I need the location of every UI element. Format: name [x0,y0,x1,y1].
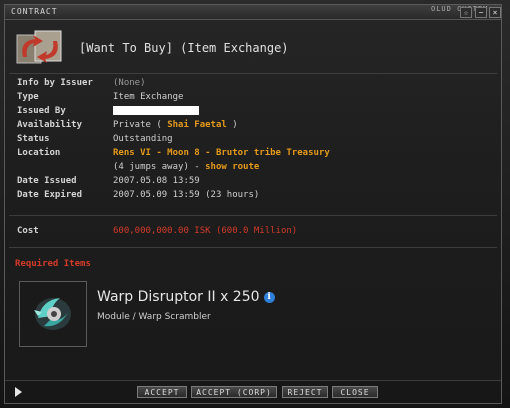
date-issued-value: 2007.05.08 13:59 [113,176,200,186]
field-label: Status [17,134,50,144]
contract-header: [Want To Buy] (Item Exchange) [9,21,497,74]
accept-corp-button[interactable]: ACCEPT (CORP) [191,386,277,398]
field-label: Location [17,148,61,158]
availability-character-link[interactable]: Shai Faetal [167,120,227,130]
accept-button[interactable]: ACCEPT [137,386,187,398]
footer-bar: ACCEPT ACCEPT (CORP) REJECT CLOSE [5,380,501,403]
close-window-button[interactable]: × [489,7,501,18]
contract-exchange-icon [16,30,62,64]
availability-value: Private ( Shai Faetal ) [113,120,238,130]
item-name-text: Warp Disruptor II x 250 [97,289,260,305]
divider [9,247,497,248]
location-link[interactable]: Rens VI - Moon 8 - Brutor tribe Treasury [113,148,330,158]
close-button[interactable]: CLOSE [332,386,378,398]
field-label: Info by Issuer [17,78,93,88]
expand-arrow-icon[interactable] [15,387,22,397]
issuer-name-redacted[interactable] [113,106,199,116]
type-value: Item Exchange [113,92,184,102]
show-route-link[interactable]: show route [205,162,259,172]
cost-value: 600,000,000.00 ISK (600.0 Million) [113,226,298,236]
warp-disruptor-icon [20,282,86,346]
info-by-issuer-value: (None) [113,78,146,88]
pin-button[interactable]: ☆ [460,7,472,18]
minimize-button[interactable]: − [475,7,487,18]
divider [9,215,497,216]
field-label: Issued By [17,106,66,116]
info-icon[interactable]: i [263,291,275,303]
status-value: Outstanding [113,134,173,144]
contract-window: CONTRACT OLUD CYSTEM ☆ − × [Want To Buy]… [4,4,502,404]
field-label: Date Issued [17,176,77,186]
reject-button[interactable]: REJECT [282,386,328,398]
cost-row: Cost 600,000,000.00 ISK (600.0 Million) [17,226,487,238]
required-items-heading: Required Items [15,259,91,269]
date-expired-value: 2007.05.09 13:59 (23 hours) [113,190,260,200]
item-icon-slot[interactable] [19,281,87,347]
window-title: CONTRACT [11,7,58,16]
availability-suffix: ) [232,120,238,130]
item-name[interactable]: Warp Disruptor II x 250 i [97,289,275,305]
location-jumps: (4 jumps away) - show route [113,162,259,172]
field-label: Type [17,92,39,102]
title-bar[interactable]: CONTRACT OLUD CYSTEM ☆ − × [5,5,501,20]
field-label: Cost [17,226,39,236]
redaction-bar [113,106,199,115]
item-category: Module / Warp Scrambler [97,312,211,322]
availability-prefix: Private ( [113,120,162,130]
jumps-text: (4 jumps away) - [113,162,200,172]
contract-title: [Want To Buy] (Item Exchange) [79,41,289,55]
field-label: Date Expired [17,190,83,200]
field-label: Availability [17,120,83,130]
